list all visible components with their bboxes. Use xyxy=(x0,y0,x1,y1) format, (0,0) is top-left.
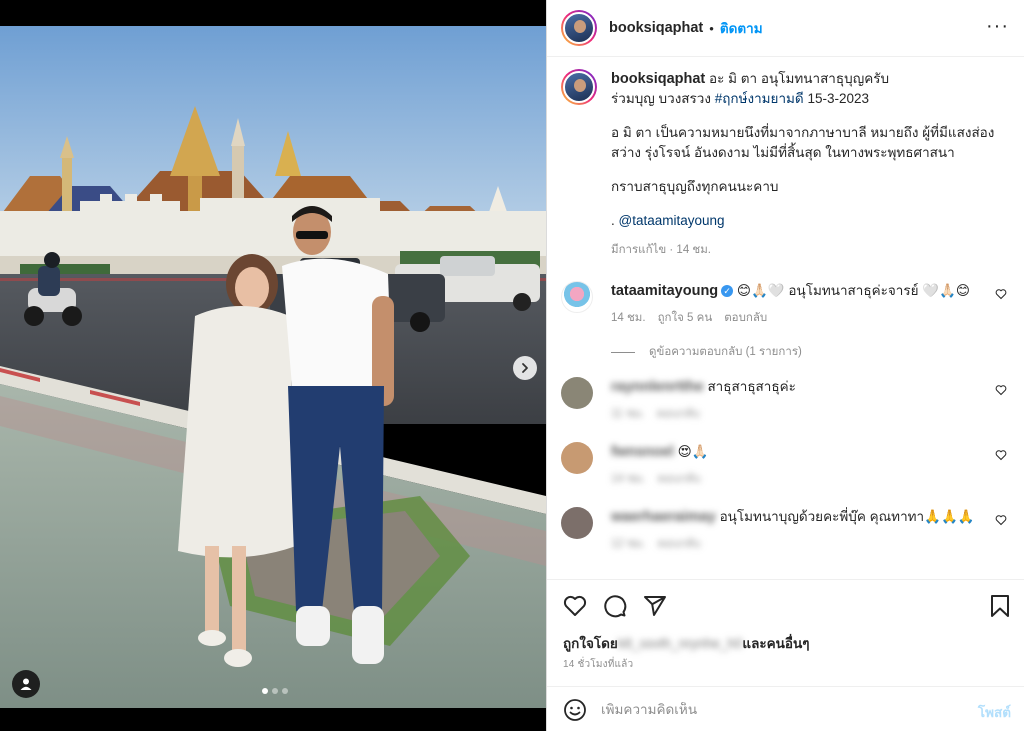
comment-avatar[interactable] xyxy=(561,507,593,539)
action-bar xyxy=(563,594,667,618)
comment-username[interactable]: fwnsnoel xyxy=(611,444,674,460)
comment-text: tataamitayoung ✓ 😊🙏🏻🤍 อนุโมทนาสาธุค่ะจารย… xyxy=(611,281,1011,301)
comment-avatar[interactable] xyxy=(561,377,593,409)
heart-icon[interactable] xyxy=(563,594,587,618)
comment-likes[interactable]: ถูกใจ 5 คน xyxy=(658,309,713,327)
heart-icon[interactable] xyxy=(995,514,1007,526)
comment-text: fwnsnoel 😍🙏🏻 xyxy=(611,442,1011,462)
tagged-users-button[interactable] xyxy=(12,670,40,698)
carousel-dot xyxy=(262,688,268,694)
comment-body: สาธุสาธุสาธุค่ะ xyxy=(707,379,796,394)
caption-mention[interactable]: @tataamitayoung xyxy=(619,213,725,228)
comment-meta: 11 ชม. ตอบกลับ xyxy=(611,405,1011,423)
comment-icon[interactable] xyxy=(603,594,627,618)
author-avatar[interactable] xyxy=(561,10,597,46)
comment-item: tataamitayoung ✓ 😊🙏🏻🤍 อนุโมทนาสาธุค่ะจารย… xyxy=(561,281,1011,327)
caption-username[interactable]: booksiqaphat xyxy=(611,71,705,87)
caption-meta: มีการแก้ไข · 14 ชม. xyxy=(611,244,711,256)
heart-icon[interactable] xyxy=(995,449,1007,461)
more-icon[interactable]: ··· xyxy=(986,16,1009,36)
chevron-right-icon xyxy=(522,363,528,373)
comment-item: waerhaeraimay อนุโมทนาบุญด้วยคะพี่บุ๊ค ค… xyxy=(561,507,1011,553)
caption-paragraph-3: กราบสาธุบุญถึงทุกคนนะคาบ xyxy=(611,179,779,194)
likes-prefix: ถูกใจโดย xyxy=(563,636,618,651)
bookmark-icon[interactable] xyxy=(989,594,1011,618)
caption-paragraph-2: อ มิ ตา เป็นความหมายนึงที่มาจากภาษาบาลี … xyxy=(611,125,995,160)
carousel-indicator xyxy=(262,688,288,694)
view-replies-button[interactable]: ดูข้อความตอบกลับ (1 รายการ) xyxy=(611,343,802,361)
likes-suffix: และคนอื่นๆ xyxy=(742,636,810,651)
comments-scroll-area[interactable]: booksiqaphat อะ มิ ตา อนุโมทนาสาธุบุญครั… xyxy=(547,57,1024,579)
post-actions-section: ถูกใจโดยk8_ssvth_nrynhe_h0และคนอื่นๆ 14 … xyxy=(547,579,1024,731)
verified-badge-icon: ✓ xyxy=(721,285,734,297)
comment-username[interactable]: waerhaeraimay xyxy=(611,509,716,525)
header-separator: • xyxy=(709,20,714,36)
author-username[interactable]: booksiqaphat xyxy=(609,20,703,36)
comment-username[interactable]: raynnlenrtthe xyxy=(611,379,704,395)
comment-item: fwnsnoel 😍🙏🏻 14 ชม. ตอบกลับ xyxy=(561,442,1011,488)
post-photo[interactable] xyxy=(0,26,546,708)
post-details-panel: booksiqaphat • ติดตาม ··· booksiqaphat อ… xyxy=(546,0,1024,731)
heart-icon[interactable] xyxy=(995,384,1007,396)
likes-user[interactable]: k8_ssvth_nrynhe_h0 xyxy=(618,636,743,651)
comment-time: 12 ชม. xyxy=(611,538,646,550)
comment-avatar[interactable] xyxy=(561,281,593,313)
user-tag-icon xyxy=(20,678,32,690)
carousel-dot xyxy=(282,688,288,694)
comment-text: waerhaeraimay อนุโมทนาบุญด้วยคะพี่บุ๊ค ค… xyxy=(611,507,1011,527)
reply-button[interactable]: ตอบกลับ xyxy=(658,535,701,553)
caption-line-2-suffix: 15-3-2023 xyxy=(803,91,870,106)
comment-username[interactable]: tataamitayoung xyxy=(611,283,718,299)
emoji-icon[interactable] xyxy=(563,698,587,722)
comment-meta: 12 ชม. ตอบกลับ xyxy=(611,535,1011,553)
caption-line-1: อะ มิ ตา อนุโมทนาสาธุบุญครับ xyxy=(705,71,890,86)
comment-avatar[interactable] xyxy=(561,442,593,474)
likes-summary[interactable]: ถูกใจโดยk8_ssvth_nrynhe_h0และคนอื่นๆ xyxy=(563,632,809,654)
comment-body: 😊🙏🏻🤍 อนุโมทนาสาธุค่ะจารย์ 🤍🙏🏻😊 xyxy=(733,283,970,298)
heart-icon[interactable] xyxy=(995,288,1007,300)
reply-button[interactable]: ตอบกลับ xyxy=(658,470,701,488)
comment-time: 14 ชม. xyxy=(611,473,646,485)
view-replies-label: ดูข้อความตอบกลับ (1 รายการ) xyxy=(649,346,802,358)
comment-input[interactable] xyxy=(601,702,961,717)
reply-button[interactable]: ตอบกลับ xyxy=(724,309,767,327)
caption-avatar[interactable] xyxy=(561,69,597,105)
carousel-dot xyxy=(272,688,278,694)
reply-button[interactable]: ตอบกลับ xyxy=(657,405,700,423)
caption-line-2-prefix: ร่วมบุญ บวงสรวง xyxy=(611,91,715,106)
next-slide-button[interactable] xyxy=(513,356,537,380)
caption-hashtag[interactable]: #ฤกษ์งามยามดี xyxy=(715,91,804,106)
photo-illustration xyxy=(0,26,546,708)
comment-body: 😍🙏🏻 xyxy=(677,444,709,459)
caption-paragraph-4: . @tataamitayoung xyxy=(611,211,1011,231)
share-icon[interactable] xyxy=(643,594,667,618)
caption-paragraph-1: booksiqaphat อะ มิ ตา อนุโมทนาสาธุบุญครั… xyxy=(611,69,1011,109)
comment-text: raynnlenrtthe สาธุสาธุสาธุค่ะ xyxy=(611,377,1011,397)
comment-time: 14 ชม. xyxy=(611,312,646,324)
caption-mention-prefix: . xyxy=(611,213,619,228)
post-caption: booksiqaphat อะ มิ ตา อนุโมทนาสาธุบุญครั… xyxy=(561,69,1011,259)
comment-body: อนุโมทนาบุญด้วยคะพี่บุ๊ค คุณทาทา🙏🙏🙏 xyxy=(719,509,975,524)
post-header: booksiqaphat • ติดตาม ··· xyxy=(547,0,1024,57)
add-comment-bar: โพสต์ xyxy=(547,686,1024,731)
post-media-pane xyxy=(0,0,546,731)
post-comment-button[interactable]: โพสต์ xyxy=(978,701,1011,723)
comment-meta: 14 ชม. ตอบกลับ xyxy=(611,470,1011,488)
post-time: 14 ชั่วโมงที่แล้ว xyxy=(563,659,634,670)
comment-time: 11 ชม. xyxy=(611,408,645,420)
follow-button[interactable]: ติดตาม xyxy=(720,17,763,39)
comment-meta: 14 ชม. ถูกใจ 5 คน ตอบกลับ xyxy=(611,309,1011,327)
comment-item: raynnlenrtthe สาธุสาธุสาธุค่ะ 11 ชม. ตอบ… xyxy=(561,377,1011,423)
